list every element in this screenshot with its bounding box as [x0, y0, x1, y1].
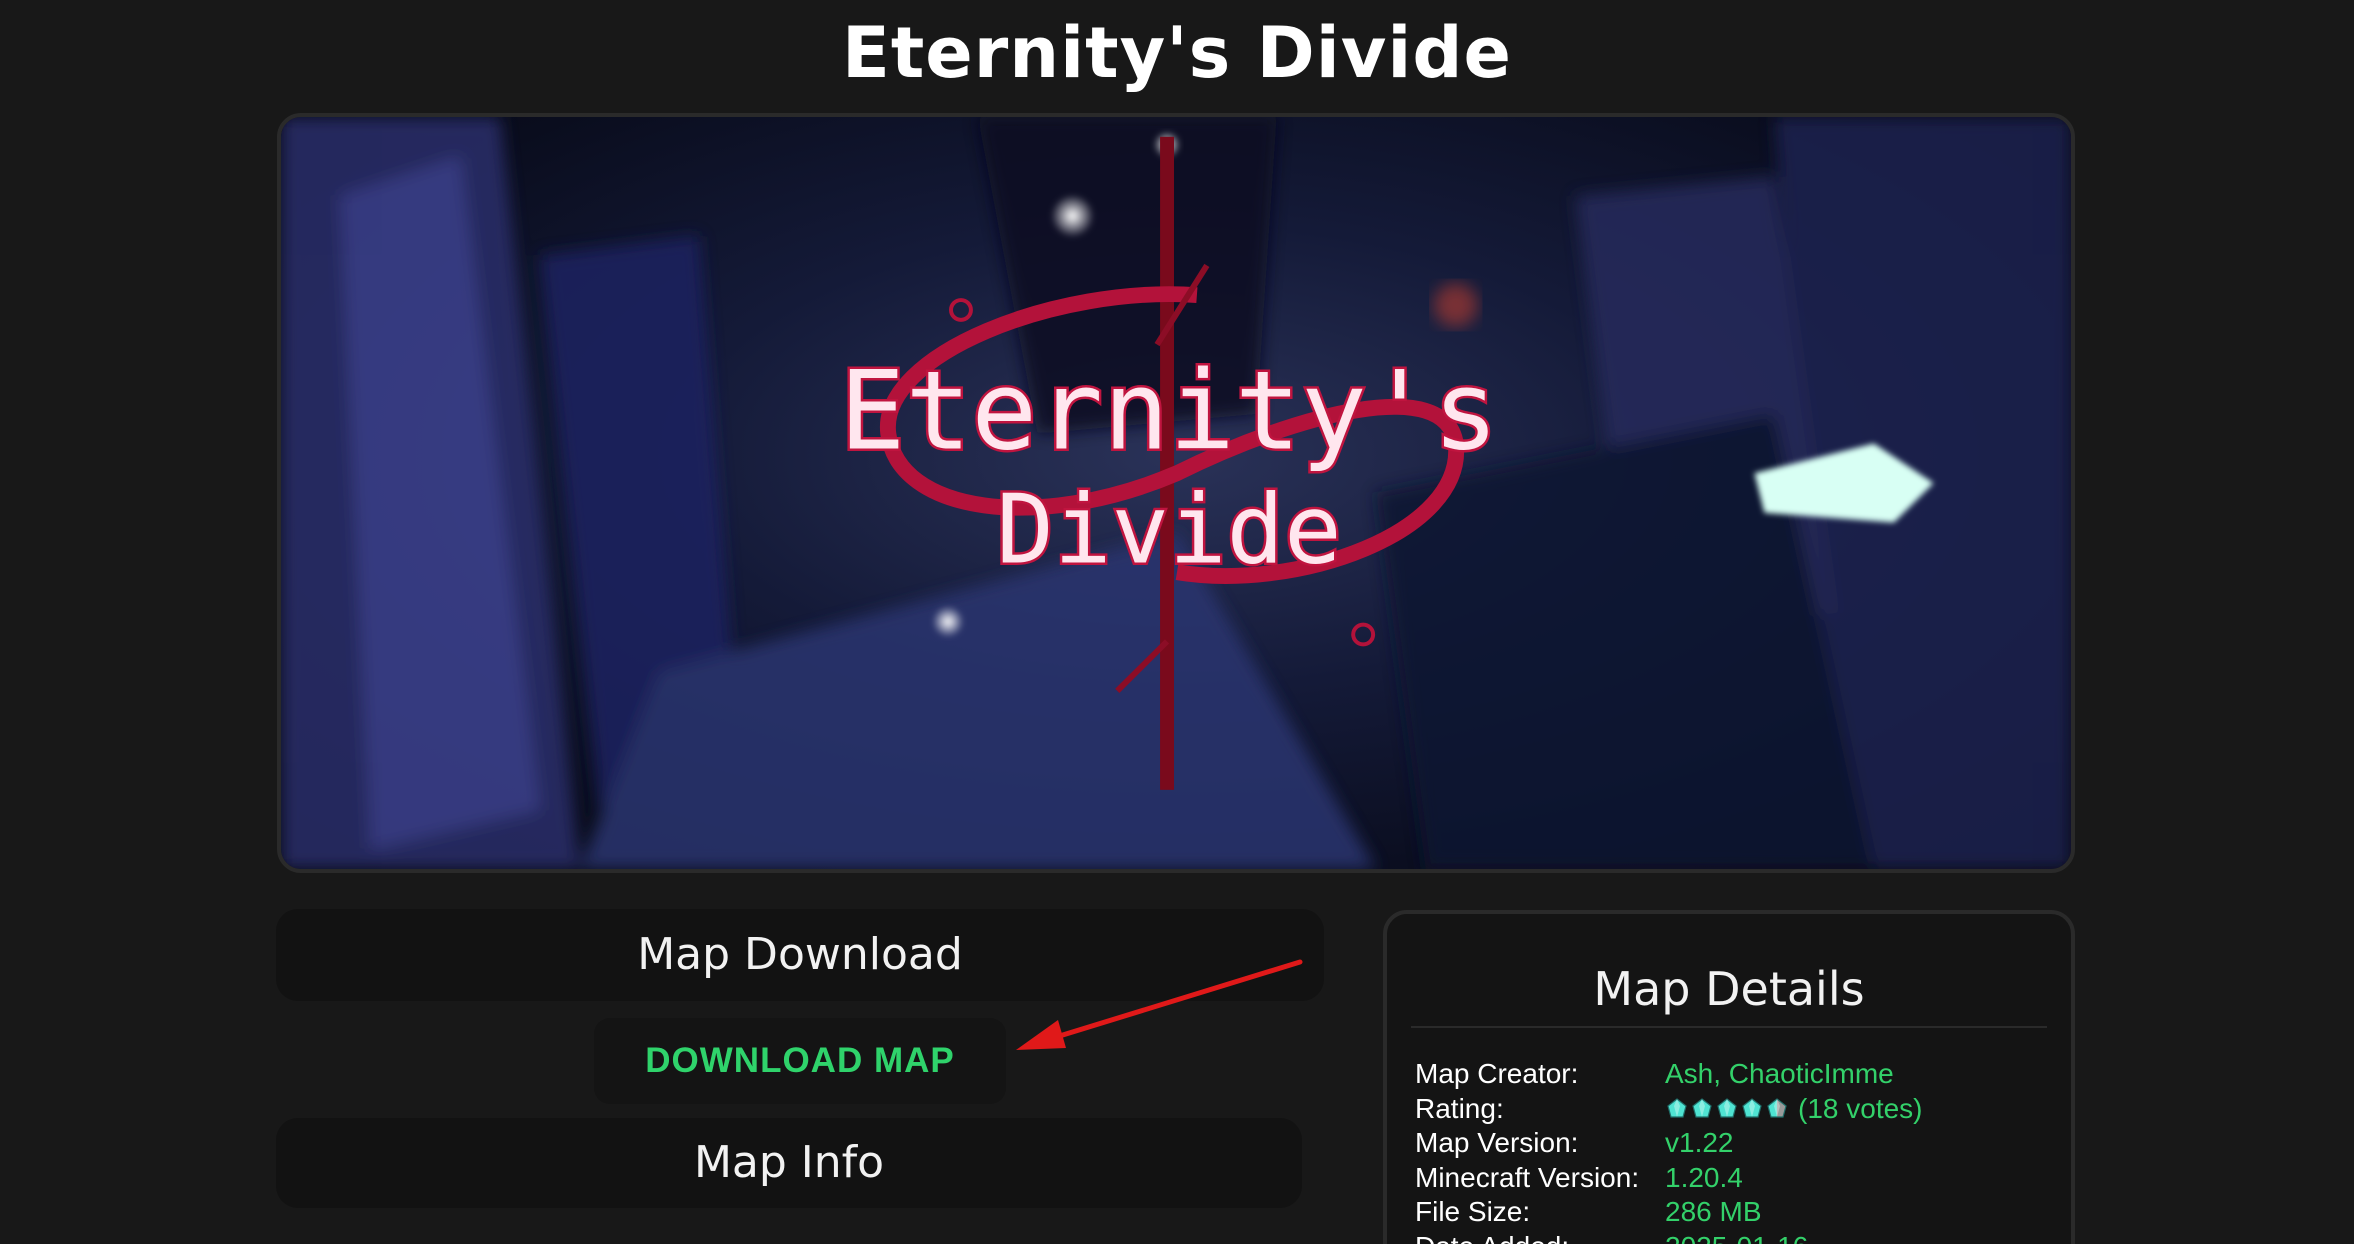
map-details-heading: Map Details [1411, 962, 2047, 1028]
detail-row-creator: Map Creator: Ash, ChaoticImme [1415, 1057, 1923, 1092]
rating-votes: (18 votes) [1798, 1092, 1923, 1124]
map-version-value: v1.22 [1665, 1127, 1734, 1159]
detail-row-minecraft-version: Minecraft Version: 1.20.4 [1415, 1161, 1923, 1196]
detail-label: Map Creator: [1415, 1058, 1579, 1090]
map-page: Eternity's Divide Eternity's Divide Map … [0, 0, 2354, 1244]
file-size-value: 286 MB [1665, 1196, 1762, 1228]
detail-label: Rating: [1415, 1092, 1504, 1124]
map-creator-value[interactable]: Ash, ChaoticImme [1665, 1058, 1894, 1090]
detail-label: Minecraft Version: [1415, 1161, 1640, 1193]
svg-text:Divide: Divide [996, 476, 1341, 586]
light-spot [932, 605, 964, 638]
download-map-button[interactable]: DOWNLOAD MAP [594, 1018, 1006, 1104]
rating-diamonds[interactable] [1665, 1097, 1790, 1121]
detail-row-file-size: File Size: 286 MB [1415, 1195, 1923, 1230]
page-title: Eternity's Divide [842, 12, 1512, 94]
red-arrow-icon [1016, 959, 1303, 1050]
light-spot [1050, 194, 1095, 238]
detail-label: Map Version: [1415, 1127, 1579, 1159]
banner-artwork: Eternity's Divide [281, 117, 2071, 869]
diamond-icon[interactable] [1740, 1097, 1764, 1121]
map-details-list: Map Creator: Ash, ChaoticImme Rating: (1… [1415, 1057, 1923, 1244]
date-added-value: 2025-01-16 [1665, 1231, 1808, 1244]
detail-label: Date Added: [1415, 1231, 1665, 1244]
detail-row-map-version: Map Version: v1.22 [1415, 1126, 1923, 1161]
svg-text:Eternity's: Eternity's [839, 348, 1498, 475]
detail-row-date-added: Date Added: 2025-01-16 [1415, 1230, 1923, 1244]
detail-label: File Size: [1415, 1196, 1531, 1228]
map-details-card: Map Details Map Creator: Ash, ChaoticImm… [1383, 910, 2075, 1244]
map-banner-image: Eternity's Divide [277, 113, 2075, 873]
red-light-spot [1433, 283, 1478, 327]
rating-value: (18 votes) [1665, 1093, 1923, 1125]
diamond-icon[interactable] [1765, 1097, 1789, 1121]
detail-row-rating: Rating: (18 votes) [1415, 1092, 1923, 1127]
diamond-icon[interactable] [1690, 1097, 1714, 1121]
map-info-panel: Map Info [276, 1118, 1302, 1208]
map-info-heading: Map Info [693, 1137, 885, 1188]
diamond-icon[interactable] [1715, 1097, 1739, 1121]
diamond-icon[interactable] [1665, 1097, 1689, 1121]
minecraft-version-value: 1.20.4 [1665, 1161, 1743, 1193]
